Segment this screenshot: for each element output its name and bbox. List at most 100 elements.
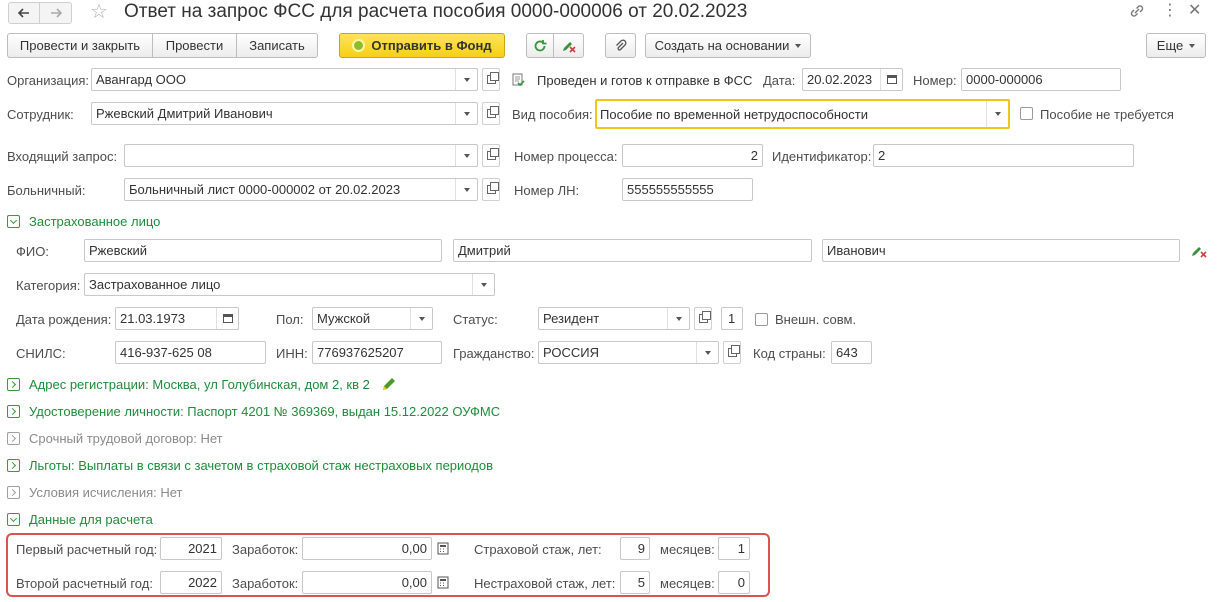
calculator-icon[interactable] [434, 537, 452, 560]
favorite-star-icon[interactable]: ☆ [90, 0, 108, 24]
number-field[interactable]: 0000-000006 [961, 68, 1121, 91]
contract-section-title[interactable]: Срочный трудовой договор: Нет [29, 431, 223, 447]
status-code-field[interactable]: 1 [721, 307, 743, 330]
save-button[interactable]: Записать [236, 33, 318, 58]
first-name-field[interactable]: Дмитрий [453, 239, 812, 262]
last-name-field[interactable]: Ржевский [84, 239, 442, 262]
external-combination-checkbox[interactable] [755, 313, 768, 326]
open-icon [486, 148, 499, 160]
insurance-months-field[interactable]: 1 [718, 537, 750, 560]
insurance-experience-field[interactable]: 9 [620, 537, 650, 560]
insured-section-toggle[interactable] [7, 215, 20, 228]
country-code-field[interactable]: 643 [831, 341, 872, 364]
close-icon[interactable]: ✕ [1188, 1, 1201, 21]
non-insurance-months-field[interactable]: 0 [718, 571, 750, 594]
open-status-button[interactable] [694, 307, 712, 330]
open-sick-leave-button[interactable] [482, 178, 500, 201]
dropdown-arrow-icon[interactable] [472, 274, 494, 295]
document-status-text: Проведен и готов к отправке в ФСС [537, 73, 753, 88]
post-and-close-button[interactable]: Провести и закрыть [7, 33, 153, 58]
benefit-type-field[interactable]: Пособие по временной нетрудоспособности [595, 99, 1010, 129]
snils-field[interactable]: 416-937-625 08 [115, 341, 266, 364]
calc-section-toggle[interactable] [7, 513, 20, 526]
create-based-on-button[interactable]: Создать на основании [645, 33, 811, 58]
edit-name-icon[interactable] [1190, 244, 1208, 261]
conditions-section-toggle[interactable] [7, 486, 20, 499]
address-section-title[interactable]: Адрес регистрации: Москва, ул Голубинска… [29, 377, 370, 393]
identity-section-title[interactable]: Удостоверение личности: Паспорт 4201 № 3… [29, 404, 500, 420]
dropdown-arrow-icon[interactable] [410, 308, 432, 329]
more-vertical-icon[interactable]: ⋮ [1162, 1, 1178, 21]
create-based-on-label: Создать на основании [654, 38, 790, 53]
identity-section-toggle[interactable] [7, 405, 20, 418]
more-button[interactable]: Еще [1146, 33, 1206, 58]
dropdown-arrow-icon[interactable] [455, 179, 477, 200]
benefit-type-value: Пособие по временной нетрудоспособности [600, 107, 868, 122]
dropdown-arrow-icon[interactable] [696, 342, 718, 363]
sick-leave-field[interactable]: Больничный лист 0000-000002 от 20.02.202… [124, 178, 478, 201]
benefits-section-title[interactable]: Льготы: Выплаты в связи с зачетом в стра… [29, 458, 493, 474]
identifier-field[interactable]: 2 [873, 144, 1134, 167]
first-year-field[interactable]: 2021 [160, 537, 222, 560]
calc-section-title[interactable]: Данные для расчета [29, 512, 153, 528]
calendar-icon[interactable] [880, 69, 902, 90]
posted-document-icon [512, 73, 525, 87]
conditions-section-title[interactable]: Условия исчисления: Нет [29, 485, 182, 501]
paperclip-icon [615, 39, 626, 51]
status-label: Статус: [453, 312, 498, 327]
organization-field[interactable]: Авангард ООО [91, 68, 478, 91]
earnings-field-2[interactable]: 0,00 [302, 571, 432, 594]
dropdown-arrow-icon[interactable] [986, 101, 1008, 127]
calculator-icon[interactable] [434, 571, 452, 594]
benefit-not-required-checkbox[interactable] [1020, 107, 1033, 120]
link-icon[interactable] [1128, 2, 1148, 22]
page-title: Ответ на запрос ФСС для расчета пособия … [124, 1, 748, 22]
forward-button[interactable] [40, 2, 72, 24]
earnings-field-1[interactable]: 0,00 [302, 537, 432, 560]
organization-label: Организация: [7, 73, 90, 88]
dropdown-arrow-icon[interactable] [667, 308, 689, 329]
open-employee-button[interactable] [482, 102, 500, 125]
refresh-button[interactable] [526, 33, 554, 58]
open-request-button[interactable] [482, 144, 500, 167]
contract-section-toggle[interactable] [7, 432, 20, 445]
process-number-label: Номер процесса: [514, 149, 618, 164]
date-field[interactable]: 20.02.2023 [802, 68, 903, 91]
address-section-toggle[interactable] [7, 378, 20, 391]
employee-label: Сотрудник: [7, 107, 74, 122]
edit-address-pencil-icon[interactable] [381, 376, 397, 395]
back-button[interactable] [8, 2, 40, 24]
months-label-2: месяцев: [660, 576, 715, 591]
citizenship-field[interactable]: РОССИЯ [538, 341, 719, 364]
benefit-type-label: Вид пособия: [512, 107, 593, 122]
attach-button[interactable] [605, 33, 636, 58]
non-insurance-experience-field[interactable]: 5 [620, 571, 650, 594]
open-organization-button[interactable] [482, 68, 500, 91]
employee-value: Ржевский Дмитрий Иванович [96, 106, 273, 121]
send-to-fund-button[interactable]: Отправить в Фонд [339, 33, 505, 58]
employee-field[interactable]: Ржевский Дмитрий Иванович [91, 102, 478, 125]
birth-date-field[interactable]: 21.03.1973 [115, 307, 239, 330]
dropdown-arrow-icon[interactable] [455, 69, 477, 90]
second-year-field[interactable]: 2022 [160, 571, 222, 594]
status-field[interactable]: Резидент [538, 307, 690, 330]
sex-field[interactable]: Мужской [312, 307, 433, 330]
insured-section-title[interactable]: Застрахованное лицо [29, 214, 160, 230]
birth-date-value: 21.03.1973 [120, 311, 186, 326]
process-number-field[interactable]: 2 [622, 144, 763, 167]
category-field[interactable]: Застрахованное лицо [84, 273, 495, 296]
benefits-section-toggle[interactable] [7, 459, 20, 472]
refresh-icon [534, 39, 547, 51]
middle-name-field[interactable]: Иванович [822, 239, 1180, 262]
ln-number-field[interactable]: 555555555555 [622, 178, 753, 201]
post-button[interactable]: Провести [152, 33, 237, 58]
edit-clear-button[interactable] [553, 33, 584, 58]
more-label: Еще [1156, 38, 1184, 53]
dropdown-arrow-icon[interactable] [455, 103, 477, 124]
incoming-request-field[interactable] [124, 144, 478, 167]
earnings-label-2: Заработок: [232, 576, 299, 591]
inn-field[interactable]: 776937625207 [312, 341, 442, 364]
calendar-icon[interactable] [216, 308, 238, 329]
dropdown-arrow-icon[interactable] [455, 145, 477, 166]
open-citizenship-button[interactable] [723, 341, 741, 364]
